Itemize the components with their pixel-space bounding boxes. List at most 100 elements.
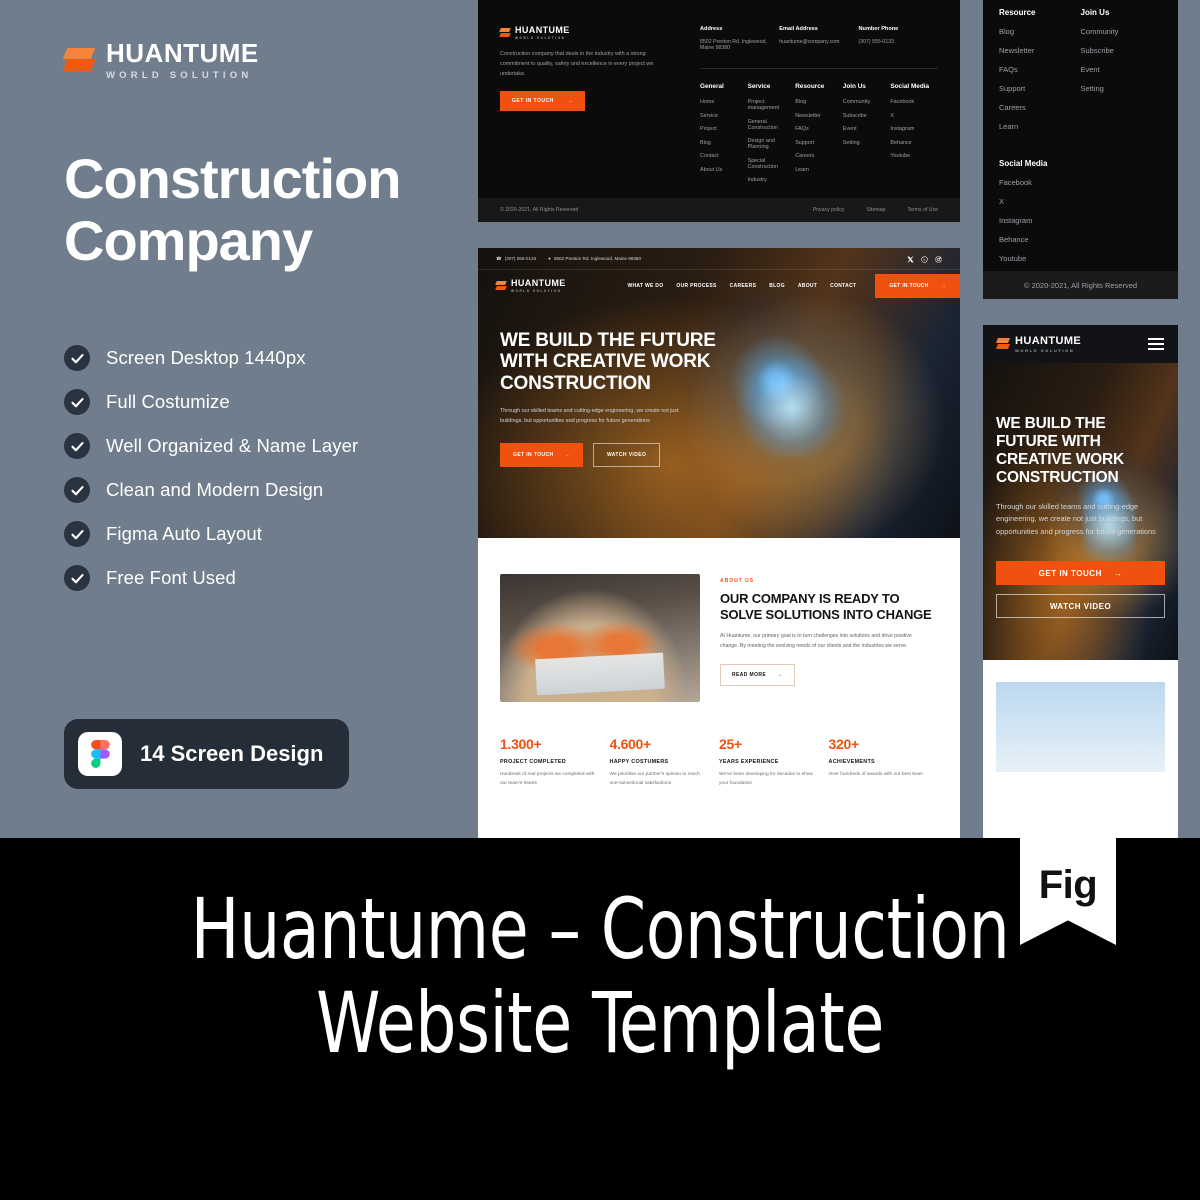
- social-link-youtube[interactable]: Youtube: [999, 254, 1162, 263]
- mobile-get-in-touch-button[interactable]: GET IN TOUCH →: [996, 561, 1165, 586]
- footer-link[interactable]: Blog: [795, 99, 843, 105]
- hero-copy: WE BUILD THE FUTURE WITH CREATIVE WORK C…: [478, 302, 748, 468]
- footer-link[interactable]: Setting: [1081, 84, 1163, 93]
- column-heading: General: [700, 83, 724, 90]
- legal-link-terms[interactable]: Terms of Use: [907, 207, 938, 213]
- nav-link-careers[interactable]: CAREERS: [730, 283, 757, 289]
- nav-link-contact[interactable]: CONTACT: [830, 283, 856, 289]
- footer-link[interactable]: Industry: [748, 177, 796, 183]
- instagram-icon[interactable]: [935, 250, 942, 268]
- huantume-logo-icon: [495, 279, 507, 292]
- contact-title: Number Phone: [858, 26, 899, 32]
- page-title: Construction Company: [64, 147, 401, 272]
- mobile-watch-video-button[interactable]: WATCH VIDEO: [996, 594, 1165, 619]
- footer-column-social-media: Social Media Facebook X Instagram Behanc…: [890, 83, 938, 191]
- about-eyebrow: ABOUT US: [720, 578, 755, 584]
- nav-link-blog[interactable]: BLOG: [769, 283, 785, 289]
- nav-link-what-we-do[interactable]: WHAT WE DO: [627, 283, 663, 289]
- footer-link[interactable]: Subscribe: [1081, 46, 1163, 55]
- divider: [700, 68, 938, 69]
- footer-link[interactable]: Youtube: [890, 153, 938, 159]
- social-link-x[interactable]: X: [999, 197, 1162, 206]
- read-more-button[interactable]: READ MORE →: [720, 663, 795, 686]
- footer-bottom-bar: © 2020-2021, All Rights Reserved Privacy…: [478, 198, 960, 222]
- footer-link[interactable]: Behance: [890, 140, 938, 146]
- footer-link[interactable]: Blog: [700, 140, 748, 146]
- footer-link[interactable]: Service: [700, 113, 748, 119]
- footer-link[interactable]: Design and Planning: [748, 138, 796, 150]
- footer-column-general: General Home Service Project Blog Contac…: [700, 83, 748, 191]
- footer-logo: HUANTUME WORLD SOLUTION: [499, 26, 682, 40]
- footer-cta-button[interactable]: GET IN TOUCH →: [500, 90, 586, 111]
- footer-link[interactable]: Support: [795, 140, 843, 146]
- footer-link[interactable]: X: [890, 113, 938, 119]
- footer-link[interactable]: Careers: [795, 153, 843, 159]
- left-info-panel: HUANTUME WORLD SOLUTION Construction Com…: [0, 0, 478, 838]
- x-icon[interactable]: [907, 250, 914, 268]
- footer-link[interactable]: Instagram: [890, 126, 938, 132]
- arrow-right-icon: →: [940, 283, 946, 289]
- footer-link[interactable]: Community: [843, 99, 891, 105]
- arrow-right-icon: →: [567, 97, 574, 104]
- legal-link-privacy[interactable]: Privacy policy: [813, 207, 845, 213]
- footer-link[interactable]: Contact: [700, 153, 748, 159]
- footer-link[interactable]: Project management: [748, 99, 796, 111]
- nav-link-about[interactable]: ABOUT: [798, 283, 817, 289]
- footer-link[interactable]: Facebook: [890, 99, 938, 105]
- legal-link-sitemap[interactable]: Sitemap: [866, 207, 885, 213]
- footer-contact-phone: Number Phone (307) 555-0133: [859, 26, 938, 51]
- figma-icon: [78, 732, 122, 776]
- footer-link[interactable]: Blog: [999, 27, 1081, 36]
- brand-lockup: HUANTUME WORLD SOLUTION: [62, 38, 259, 81]
- footer-link[interactable]: General Construction: [748, 119, 796, 131]
- footer-link[interactable]: FAQs: [999, 65, 1081, 74]
- footer-link[interactable]: Setting: [843, 140, 891, 146]
- footer-link[interactable]: FAQs: [795, 126, 843, 132]
- navbar-logo[interactable]: HUANTUME WORLD SOLUTION: [495, 279, 566, 293]
- footer-link[interactable]: Newsletter: [999, 46, 1081, 55]
- feature-label: Clean and Modern Design: [106, 479, 324, 500]
- contact-title: Address: [700, 26, 723, 32]
- footer-link[interactable]: Learn: [999, 122, 1081, 131]
- stat-item: 320+ ACHIEVEMENTS Over hundreds of award…: [829, 736, 939, 789]
- footer-column-resource: Resource Blog Newsletter FAQs Support Ca…: [795, 83, 843, 191]
- social-link-behance[interactable]: Behance: [999, 235, 1162, 244]
- arrow-right-icon: →: [1113, 568, 1123, 578]
- stat-description: We've been developing for decades to sho…: [719, 772, 813, 786]
- footer-link[interactable]: Newsletter: [795, 113, 843, 119]
- footer-link[interactable]: Careers: [999, 103, 1081, 112]
- footer-link[interactable]: Community: [1081, 27, 1163, 36]
- social-link-instagram[interactable]: Instagram: [999, 216, 1162, 225]
- whatsapp-icon[interactable]: [921, 250, 928, 268]
- footer-link[interactable]: Event: [1081, 65, 1163, 74]
- mobile-next-section: [983, 660, 1178, 838]
- feature-label: Screen Desktop 1440px: [106, 347, 306, 368]
- footer-link[interactable]: About Us: [700, 167, 748, 173]
- footer-link[interactable]: Home: [700, 99, 748, 105]
- mobile-social-heading: Social Media: [999, 159, 1048, 168]
- topbar-phone[interactable]: ☎ (307) 555-0133: [496, 256, 536, 262]
- brand-name: HUANTUME: [106, 38, 259, 68]
- mobile-navbar-logo[interactable]: HUANTUME WORLD SOLUTION: [995, 335, 1081, 353]
- column-heading: Resource: [795, 83, 825, 90]
- hamburger-menu-icon[interactable]: [1148, 338, 1164, 350]
- footer-link[interactable]: Subscribe: [843, 113, 891, 119]
- nav-link-our-process[interactable]: OUR PROCESS: [676, 283, 716, 289]
- stat-label: YEARS EXPERIENCE: [719, 759, 779, 765]
- phone-icon: ☎: [496, 255, 502, 261]
- hero-get-in-touch-button[interactable]: GET IN TOUCH →: [500, 443, 583, 468]
- nav-get-in-touch-button[interactable]: GET IN TOUCH →: [875, 274, 960, 298]
- footer-link[interactable]: Support: [999, 84, 1081, 93]
- mobile-primary-label: GET IN TOUCH: [1038, 568, 1102, 578]
- footer-link[interactable]: Learn: [795, 167, 843, 173]
- social-link-facebook[interactable]: Facebook: [999, 178, 1162, 187]
- footer-link[interactable]: Event: [843, 126, 891, 132]
- footer-contact-email: Email Address huantume@company.com: [779, 26, 858, 51]
- hero-watch-video-button[interactable]: WATCH VIDEO: [592, 443, 661, 468]
- copyright-text: © 2020-2021, All Rights Reserved: [1023, 280, 1138, 290]
- footer-link[interactable]: Project: [700, 126, 748, 132]
- feature-item: Free Font Used: [64, 556, 464, 600]
- template-title-line2: Website Template: [316, 974, 884, 1073]
- footer-link[interactable]: Special Construction: [748, 158, 796, 170]
- check-icon: [64, 389, 90, 415]
